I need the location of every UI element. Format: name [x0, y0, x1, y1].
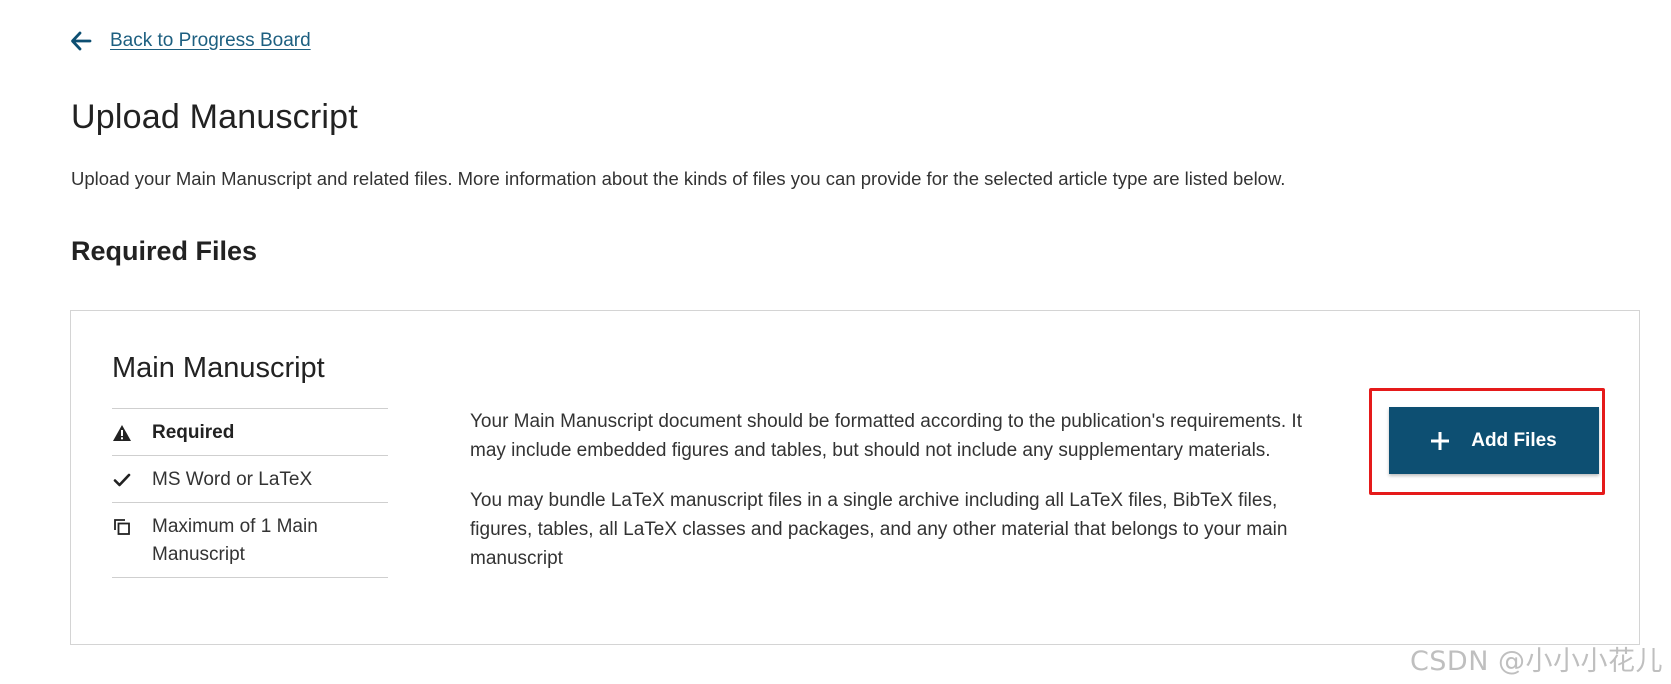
warning-icon	[112, 419, 132, 447]
requirement-label: Required	[152, 422, 235, 443]
main-manuscript-card: Main Manuscript Required MS Word or LaTe…	[70, 310, 1640, 645]
watermark: CSDN @小小小花儿	[1409, 646, 1663, 677]
back-link-label[interactable]: Back to Progress Board	[110, 30, 311, 52]
max-files-label: Maximum of 1 Main Manuscript	[152, 516, 318, 565]
page-intro: Upload your Main Manuscript and related …	[71, 168, 1286, 189]
back-to-progress-board-link[interactable]: Back to Progress Board	[70, 30, 311, 52]
plus-icon	[1430, 431, 1450, 450]
card-title: Main Manuscript	[112, 352, 325, 384]
add-files-label[interactable]: Add Files	[1471, 430, 1557, 452]
description-paragraph: Your Main Manuscript document should be …	[470, 411, 1302, 461]
page-title: Upload Manuscript	[71, 98, 358, 136]
list-item: Required	[112, 409, 388, 456]
file-requirements-list: Required MS Word or LaTeX Maximum of 1 M…	[112, 408, 388, 578]
format-label: MS Word or LaTeX	[152, 469, 313, 490]
manuscript-description: Your Main Manuscript document should be …	[470, 407, 1330, 594]
required-files-heading: Required Files	[71, 236, 258, 266]
description-paragraph: You may bundle LaTeX manuscript files in…	[470, 490, 1288, 569]
list-item: MS Word or LaTeX	[112, 456, 388, 503]
list-item: Maximum of 1 Main Manuscript	[112, 503, 388, 578]
arrow-left-icon	[70, 30, 92, 52]
check-icon	[112, 466, 132, 494]
add-files-button[interactable]: Add Files	[1389, 407, 1599, 474]
copy-icon	[112, 513, 132, 541]
upload-manuscript-page: Back to Progress Board Upload Manuscript…	[0, 0, 1671, 684]
